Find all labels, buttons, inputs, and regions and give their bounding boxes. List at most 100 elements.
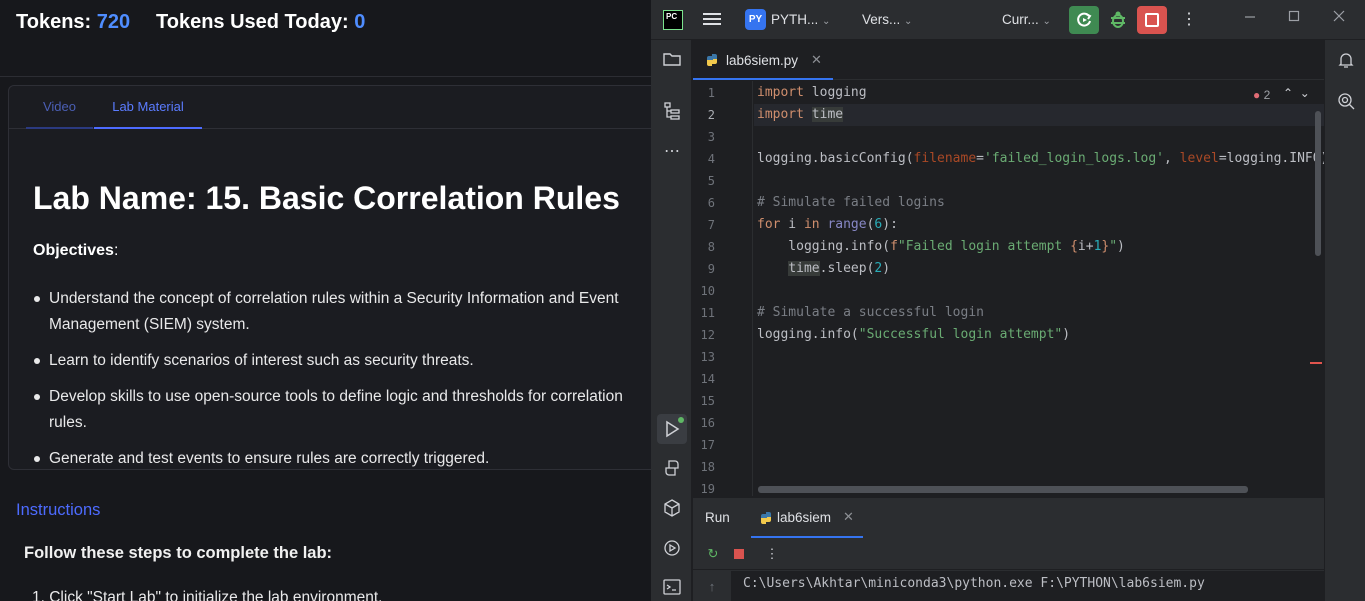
code-token: ) [1117,239,1125,254]
right-tool-strip [1324,40,1365,601]
project-badge[interactable]: PY [745,9,766,30]
notifications-icon[interactable] [1335,50,1357,72]
chevron-down-icon: ⌄ [822,16,831,27]
hamburger-icon[interactable] [703,11,721,30]
code-token: { [1070,239,1078,254]
structure-icon[interactable] [661,101,683,123]
project-selector[interactable]: PYTH... ⌄ [771,12,830,27]
editor-tab-lab6siem[interactable]: lab6siem.py ✕ [693,40,833,80]
code-token: " [1109,239,1118,254]
line-number-gutter: 1 2 3 4 5 6 7 8 9 10 11 12 13 14 15 16 1… [693,81,753,496]
objectives-heading-label: Objectives [33,242,114,259]
services-icon[interactable] [661,538,683,560]
code-token: logging [803,85,867,100]
stop-icon[interactable] [731,546,747,562]
chevron-down-icon: ⌄ [1042,16,1051,27]
error-stripe-marker[interactable] [1310,362,1322,364]
packages-icon[interactable] [661,498,683,520]
objectives-list: Understand the concept of correlation ru… [33,286,651,469]
line-number: 13 [700,350,715,364]
ai-assistant-icon[interactable] [1335,91,1357,113]
code-token: logging.basicConfig( [757,151,914,166]
debug-button[interactable] [1103,6,1133,34]
run-icon[interactable] [657,414,687,444]
editor-tab-bar: lab6siem.py ✕ [693,40,1324,80]
close-icon[interactable] [1332,9,1346,26]
close-icon[interactable]: ✕ [811,52,822,68]
arrow-up-icon[interactable]: ↑ [704,579,720,595]
console-line: C:\Users\Akhtar\miniconda3\python.exe F:… [743,576,1205,591]
problem-navigation[interactable]: ⌃ ⌄ [1283,86,1310,100]
vcs-selector[interactable]: Vers... ⌄ [862,12,912,27]
line-number: 14 [700,372,715,386]
objective-item: Develop skills to use open-source tools … [33,384,651,436]
code-token: ) [1062,327,1071,342]
code-line: logging.info("Successful login attempt") [757,327,1070,342]
line-number: 2 [707,108,715,122]
code-token: import [757,85,804,100]
tokens-value: 720 [96,11,131,33]
rerun-icon[interactable]: ↻ [705,546,721,562]
stop-icon [1145,13,1159,27]
pycharm-logo-icon: PC [663,10,683,30]
python-file-icon [707,54,717,66]
title-bar: PC PY PYTH... ⌄ Vers... ⌄ Curr... ⌄ ⋮ [651,0,1365,40]
run-tab-lab6siem[interactable]: lab6siem ✕ [751,498,863,538]
tokens-used-counter: Tokens Used Today: 0 [156,11,365,34]
console-output[interactable]: ↑ C:\Users\Akhtar\miniconda3\python.exe … [693,571,1324,601]
code-token: in [803,217,820,232]
more-icon[interactable]: ⋮ [1181,9,1197,29]
more-icon[interactable]: ⋯ [661,141,683,163]
error-indicator[interactable]: ● 2 [1253,88,1270,102]
code-token: import [757,107,804,122]
token-bar: Tokens: 720 Tokens Used Today: 0 [0,0,651,77]
terminal-icon[interactable] [661,577,683,599]
chevron-up-icon[interactable]: ⌃ [1283,86,1293,100]
tokens-counter: Tokens: 720 [16,11,130,34]
code-editor[interactable]: 1 2 3 4 5 6 7 8 9 10 11 12 13 14 15 16 1… [693,81,1324,496]
code-token: level [1179,151,1219,166]
objective-item: Understand the concept of correlation ru… [33,286,651,338]
code-line: for i in range(6): [757,217,898,232]
error-icon: ● [1253,88,1261,102]
code-token: i+ [1077,239,1094,254]
line-number: 19 [700,482,715,496]
folder-icon[interactable] [661,50,683,72]
vcs-label: Vers... [862,12,901,27]
console-gutter: ↑ [693,571,731,601]
python-console-icon[interactable] [661,458,683,480]
step-item: 1. Click "Start Lab" to initialize the l… [32,589,383,601]
code-token: , [1164,151,1180,166]
minimize-icon[interactable] [1243,9,1257,26]
more-icon[interactable]: ⋮ [764,546,780,562]
close-icon[interactable]: ✕ [843,509,854,525]
rerun-button[interactable] [1069,6,1099,34]
run-config-selector[interactable]: Curr... ⌄ [1002,12,1051,27]
code-token: .sleep( [819,261,875,276]
run-header: Run lab6siem ✕ [693,498,1324,538]
code-token: "Successful login attempt" [858,327,1063,342]
error-count: 2 [1263,88,1271,102]
code-token: filename [913,151,977,166]
stop-button[interactable] [1137,6,1167,34]
horizontal-scrollbar[interactable] [758,486,1248,493]
maximize-icon[interactable] [1287,9,1301,26]
code-line: # Simulate failed logins [757,195,945,210]
tab-lab-material[interactable]: Lab Material [94,86,202,129]
project-name: PYTH... [771,12,819,27]
line-number: 4 [707,152,715,166]
chevron-down-icon[interactable]: ⌄ [1300,86,1310,100]
lab-title: Lab Name: 15. Basic Correlation Rules [33,180,620,216]
line-number: 12 [700,328,715,342]
tab-video[interactable]: Video [26,86,93,129]
line-number: 5 [707,174,715,188]
vertical-scrollbar[interactable] [1315,111,1321,256]
tokens-label: Tokens: [16,11,92,33]
tokens-used-value: 0 [354,11,366,33]
run-tool-title: Run [705,510,730,525]
line-number: 16 [700,416,715,430]
instructions-title[interactable]: Instructions [16,501,100,520]
code-token: i [780,217,804,232]
run-tab-label: lab6siem [777,510,832,525]
